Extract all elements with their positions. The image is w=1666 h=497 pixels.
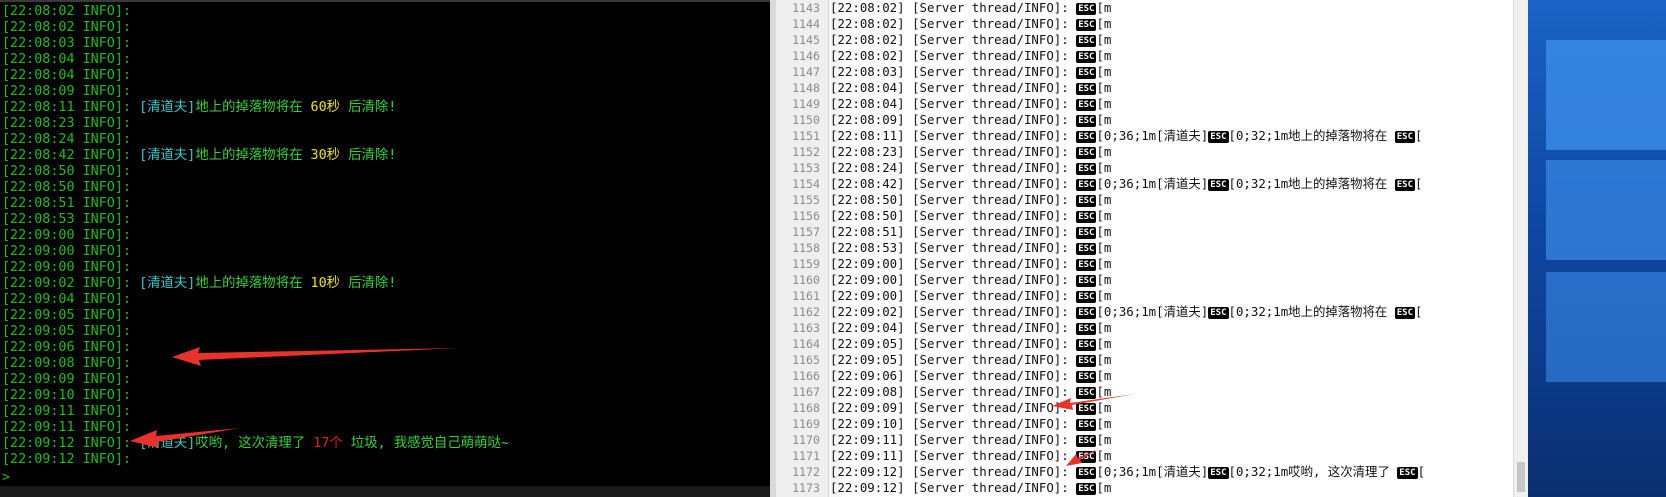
arrow-editor-2 bbox=[1066, 449, 1098, 466]
arrow-console-2 bbox=[130, 428, 240, 448]
arrow-editor-1 bbox=[1052, 394, 1135, 410]
annotation-arrows bbox=[130, 347, 1135, 466]
arrow-console-1 bbox=[172, 347, 460, 366]
